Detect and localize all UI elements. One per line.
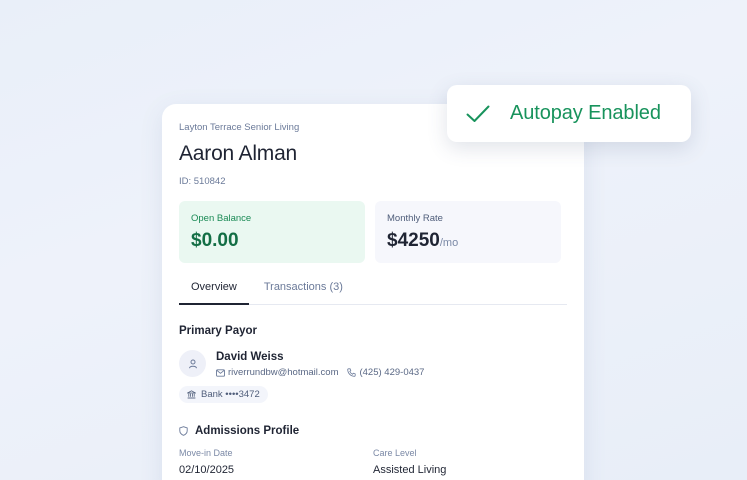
- tab-overview[interactable]: Overview: [179, 275, 249, 305]
- payor-contact: riverrundbw@hotmail.com (425) 429-0437: [216, 367, 424, 378]
- bank-badge: Bank ••••3472: [179, 386, 268, 403]
- admissions-fields: Move-in Date 02/10/2025 Care Level Assis…: [179, 448, 567, 476]
- shield-icon: [179, 426, 188, 436]
- monthly-rate-card: Monthly Rate $4250/mo: [375, 201, 561, 263]
- care-level-value: Assisted Living: [373, 464, 447, 476]
- phone-icon: [347, 368, 357, 377]
- open-balance-card: Open Balance $0.00: [179, 201, 365, 263]
- move-in-value: 02/10/2025: [179, 464, 235, 476]
- monthly-rate-label: Monthly Rate: [387, 213, 443, 224]
- admissions-profile-title: Admissions Profile: [195, 425, 300, 437]
- payor-name: David Weiss: [216, 351, 284, 363]
- check-icon: [466, 105, 490, 122]
- resident-id: ID: 510842: [179, 176, 226, 187]
- payor-phone[interactable]: (425) 429-0437: [347, 367, 424, 378]
- open-balance-value: $0.00: [191, 230, 239, 251]
- stats-row: Open Balance $0.00 Monthly Rate $4250/mo: [179, 201, 567, 263]
- open-balance-label: Open Balance: [191, 213, 252, 224]
- payor-email-text: riverrundbw@hotmail.com: [228, 367, 339, 378]
- tab-bar: Overview Transactions (3): [179, 275, 567, 305]
- care-level-label: Care Level: [373, 448, 417, 458]
- autopay-toast: Autopay Enabled: [447, 85, 691, 142]
- monthly-rate-value: $4250: [387, 230, 440, 251]
- care-level-field: Care Level Assisted Living: [373, 448, 567, 476]
- user-icon: [188, 359, 197, 368]
- autopay-enabled-label: Autopay Enabled: [510, 102, 661, 124]
- bank-icon: [187, 390, 196, 399]
- resident-card: Layton Terrace Senior Living Aaron Alman…: [162, 104, 584, 480]
- resident-name: Aaron Alman: [179, 142, 298, 165]
- payor-email[interactable]: riverrundbw@hotmail.com: [216, 367, 338, 378]
- tab-transactions[interactable]: Transactions (3): [249, 275, 355, 305]
- avatar: [179, 350, 206, 377]
- payor-phone-text: (425) 429-0437: [359, 367, 425, 378]
- move-in-label: Move-in Date: [179, 448, 233, 458]
- monthly-rate-unit: /mo: [439, 237, 459, 249]
- payor-row: David Weiss riverrundbw@hotmail.com (425…: [179, 350, 567, 378]
- monthly-rate-value-row: $4250/mo: [387, 230, 549, 252]
- bank-label: Bank ••••3472: [201, 389, 260, 400]
- payor-info: David Weiss riverrundbw@hotmail.com (425…: [216, 350, 424, 378]
- primary-payor-title: Primary Payor: [179, 325, 257, 337]
- admissions-header: Admissions Profile: [179, 425, 567, 437]
- move-in-field: Move-in Date 02/10/2025: [179, 448, 373, 476]
- mail-icon: [216, 368, 225, 377]
